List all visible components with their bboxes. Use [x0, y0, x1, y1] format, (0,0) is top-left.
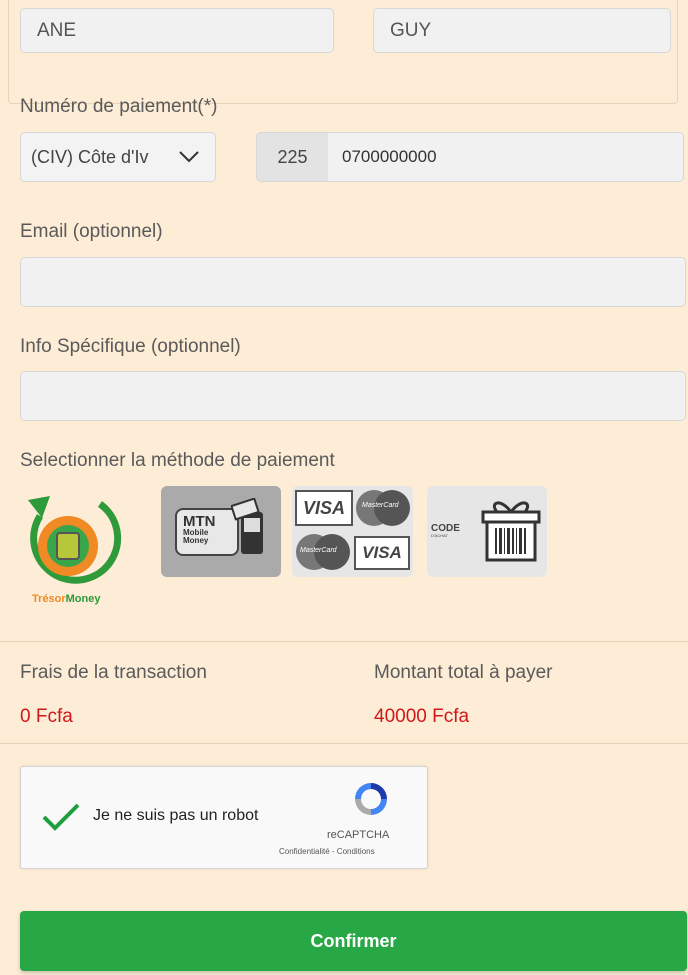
purchase-code-option[interactable]: CODE D'ACHAT	[427, 486, 547, 577]
mtn-sim-card-icon: MTN Mobile Money	[175, 508, 239, 556]
total-value: 40000 Fcfa	[374, 706, 470, 727]
mtn-text: MTN	[183, 513, 216, 530]
country-select[interactable]: (CIV) Côte d'Iv	[20, 132, 216, 182]
chevron-down-icon	[179, 151, 199, 163]
country-select-value: (CIV) Côte d'Iv	[31, 146, 149, 167]
info-input[interactable]	[20, 371, 686, 421]
mtn-mobile-money-option[interactable]: MTN Mobile Money	[161, 486, 281, 577]
email-label: Email (optionnel)	[20, 221, 163, 242]
payment-number-label: Numéro de paiement(*)	[20, 96, 218, 117]
code-sub-text: D'ACHAT	[431, 533, 448, 538]
email-input[interactable]	[20, 257, 686, 307]
money-text: Money	[65, 593, 101, 605]
fee-label: Frais de la transaction	[20, 662, 207, 683]
mastercard-text: MasterCard	[362, 502, 399, 509]
mtn-money-text: Money	[183, 536, 209, 545]
visa-text: VISA	[302, 497, 345, 518]
visa-text-2: VISA	[362, 543, 402, 562]
checkmark-icon[interactable]	[41, 801, 81, 833]
first-name-field[interactable]: ANE	[20, 8, 334, 53]
phone-input[interactable]: 0700000000	[328, 132, 684, 182]
payment-method-label: Selectionner la méthode de paiement	[20, 450, 335, 471]
info-label: Info Spécifique (optionnel)	[20, 336, 241, 357]
mastercard-text-2: MasterCard	[300, 547, 337, 554]
card-payment-option[interactable]: VISA MasterCard MasterCard VISA	[292, 486, 413, 577]
tresor-money-logo	[28, 496, 122, 584]
recaptcha-label: Je ne suis pas un robot	[93, 807, 259, 824]
confirm-button[interactable]: Confirmer	[20, 911, 687, 971]
gift-barcode-icon	[481, 501, 541, 562]
visa-logo-2: VISA	[354, 536, 410, 570]
visa-logo: VISA	[295, 490, 353, 526]
last-name-field[interactable]: GUY	[373, 8, 671, 53]
total-label: Montant total à payer	[374, 662, 553, 683]
recaptcha-logo-icon	[355, 783, 387, 815]
divider-top	[0, 641, 688, 642]
tresor-text: Trésor	[32, 593, 66, 605]
recaptcha-brand: reCAPTCHA	[327, 829, 390, 841]
divider-bottom	[0, 743, 688, 744]
fee-value: 0 Fcfa	[20, 706, 73, 727]
recaptcha-widget: Je ne suis pas un robot reCAPTCHA Confid…	[20, 766, 428, 869]
phone-icon	[231, 498, 263, 554]
tresor-money-option[interactable]: TrésorMoney	[20, 486, 130, 610]
dial-code: 225	[256, 132, 328, 182]
recaptcha-links[interactable]: Confidentialité - Conditions	[279, 847, 375, 856]
